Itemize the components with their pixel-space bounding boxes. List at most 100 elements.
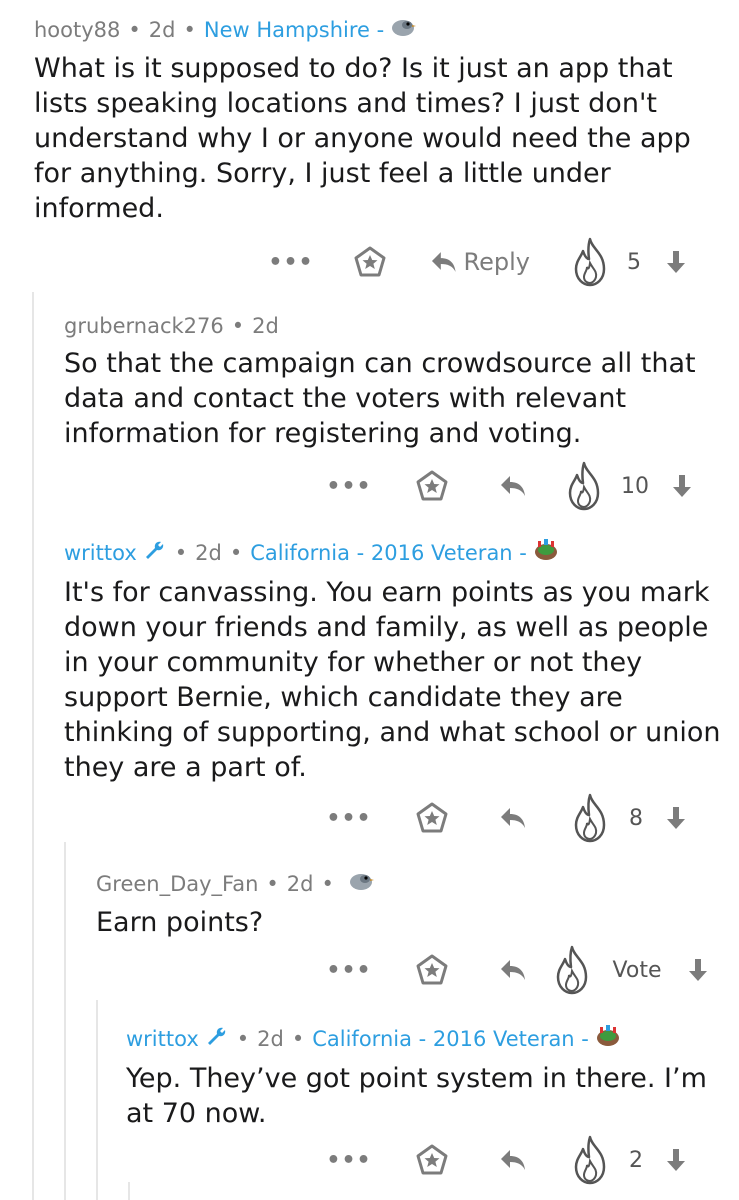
separator: • [128,17,141,42]
comment-actions-4: ••• Vote [0,945,739,995]
comment-1: hooty88 • 2d • New Hampshire - What is i… [34,16,724,226]
vote-score: 10 [621,473,649,499]
fire-icon [574,237,606,287]
reply-button[interactable]: Reply [430,242,530,282]
pentagon-star-icon [416,1144,448,1175]
comment-age: 2d [148,17,176,42]
vote-score: 2 [629,1147,643,1173]
user-flair: California - 2016 Veteran - [250,540,527,565]
reply-arrow-icon [501,960,525,980]
upvote-button[interactable] [550,945,594,995]
save-button[interactable] [352,242,388,282]
downvote-button[interactable] [662,242,690,282]
username[interactable]: writtox [64,541,137,565]
down-arrow-icon [667,807,685,829]
separator: • [291,1026,305,1051]
more-options-button[interactable]: ••• [326,950,370,990]
comment-meta: grubernack276 • 2d [64,314,724,338]
save-button[interactable] [414,466,450,506]
reply-arrow-icon [501,476,525,496]
save-button[interactable] [414,1140,450,1180]
comment-5: writtox • 2d • California - 2016 Veteran… [126,1024,726,1131]
save-button[interactable] [414,798,450,838]
fire-icon [556,945,588,995]
reply-button[interactable] [498,1140,528,1180]
fire-icon [568,461,600,511]
user-flair: New Hampshire - [203,17,385,42]
comment-actions-3: ••• 8 [0,793,739,843]
pentagon-star-icon [416,470,448,501]
separator: • [231,314,245,338]
reply-arrow-icon [501,808,525,828]
wrench-icon [143,539,167,566]
comment-4: Green_Day_Fan • 2d • Earn points? [96,870,716,940]
down-arrow-icon [689,959,707,981]
pentagon-star-icon [354,246,386,277]
separator: • [174,540,188,565]
upvote-button[interactable] [568,237,612,287]
downvote-button[interactable] [684,950,712,990]
reply-arrow-icon [501,1150,525,1170]
more-options-button[interactable]: ••• [268,242,312,282]
pentagon-star-icon [416,954,448,985]
vote-score: 5 [627,249,641,275]
comment-age: 2d [257,1026,284,1051]
more-options-button[interactable]: ••• [326,798,370,838]
down-arrow-icon [667,251,685,273]
username[interactable]: Green_Day_Fan [96,872,258,896]
stadium-icon [533,538,559,567]
vote-score: 8 [629,805,643,831]
more-options-button[interactable]: ••• [326,466,370,506]
comment-meta: hooty88 • 2d • New Hampshire - [34,16,724,43]
comment-3: writtox • 2d • California - 2016 Veteran… [64,538,724,785]
comment-actions-2: ••• 10 [0,461,739,511]
downvote-button[interactable] [662,1140,690,1180]
downvote-button[interactable] [668,466,696,506]
comment-age: 2d [286,871,314,896]
upvote-button[interactable] [568,1135,612,1185]
comment-age: 2d [195,540,222,565]
comment-meta: writtox • 2d • California - 2016 Veteran… [64,538,724,567]
separator: • [266,871,279,896]
comment-2: grubernack276 • 2d So that the campaign … [64,314,724,451]
thread-line-4 [128,1182,130,1200]
separator: • [183,17,196,42]
username[interactable]: hooty88 [34,18,120,42]
down-arrow-icon [673,475,691,497]
fire-icon [574,1135,606,1185]
separator: • [236,1026,250,1051]
comment-body: It's for canvassing. You earn points as … [64,577,721,783]
thread-line-1 [32,292,34,1200]
separator: • [229,540,243,565]
reply-button[interactable] [498,466,528,506]
upvote-button[interactable] [562,461,606,511]
comment-age: 2d [252,314,279,338]
comment-body: Earn points? [96,907,264,938]
comment-actions-5: ••• 2 [0,1135,739,1185]
reply-arrow-icon [431,252,456,272]
reply-button[interactable] [498,798,528,838]
pigeon-icon [348,870,374,897]
user-flair: California - 2016 Veteran - [312,1026,589,1051]
comment-body: Yep. They’ve got point system in there. … [126,1063,707,1129]
comment-body: So that the campaign can crowdsource all… [64,348,696,449]
wrench-icon [205,1025,229,1052]
username[interactable]: writtox [126,1027,199,1051]
reply-label: Reply [463,248,530,276]
vote-label: Vote [612,957,662,983]
reply-button[interactable] [498,950,528,990]
downvote-button[interactable] [662,798,690,838]
separator: • [321,871,334,896]
username[interactable]: grubernack276 [64,314,224,338]
pentagon-star-icon [416,802,448,833]
comment-actions-1: ••• Reply 5 [0,237,739,287]
pigeon-icon [390,16,417,43]
upvote-button[interactable] [568,793,612,843]
comment-meta: writtox • 2d • California - 2016 Veteran… [126,1024,726,1053]
more-options-button[interactable]: ••• [326,1140,370,1180]
fire-icon [574,793,606,843]
comment-meta: Green_Day_Fan • 2d • [96,870,716,897]
down-arrow-icon [667,1149,685,1171]
stadium-icon [595,1024,621,1053]
save-button[interactable] [414,950,450,990]
